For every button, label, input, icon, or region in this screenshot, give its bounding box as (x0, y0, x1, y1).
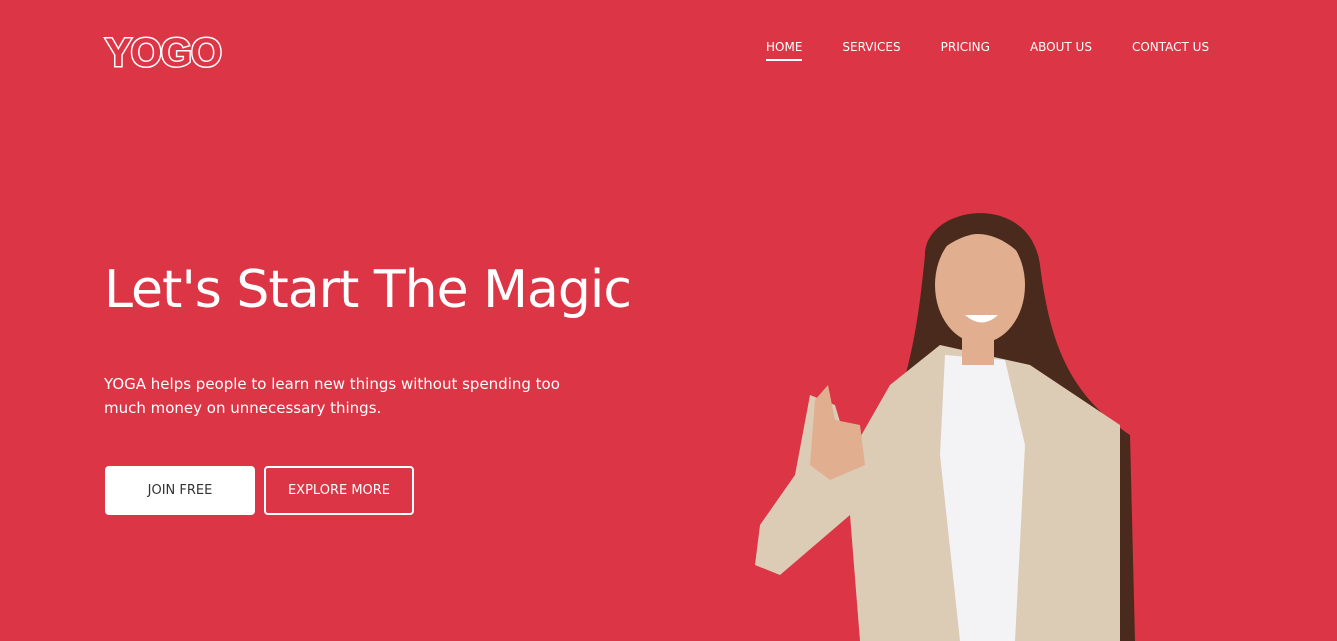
hero-description: YOGA helps people to learn new things wi… (104, 375, 560, 417)
nav-services[interactable]: SERVICES (842, 40, 900, 61)
logo[interactable]: YOGO (103, 30, 223, 77)
nav-home[interactable]: HOME (766, 40, 803, 61)
hero-title: Let's Start The Magic (104, 260, 632, 320)
explore-more-button[interactable]: EXPLORE MORE (264, 466, 414, 515)
main-nav: HOME SERVICES PRICING ABOUT US CONTACT U… (766, 40, 1209, 61)
nav-pricing[interactable]: PRICING (941, 40, 990, 61)
join-free-button[interactable]: JOIN FREE (105, 466, 255, 515)
nav-about-us[interactable]: ABOUT US (1030, 40, 1092, 61)
nav-contact-us[interactable]: CONTACT US (1132, 40, 1209, 61)
hero-person-image (755, 213, 1135, 641)
